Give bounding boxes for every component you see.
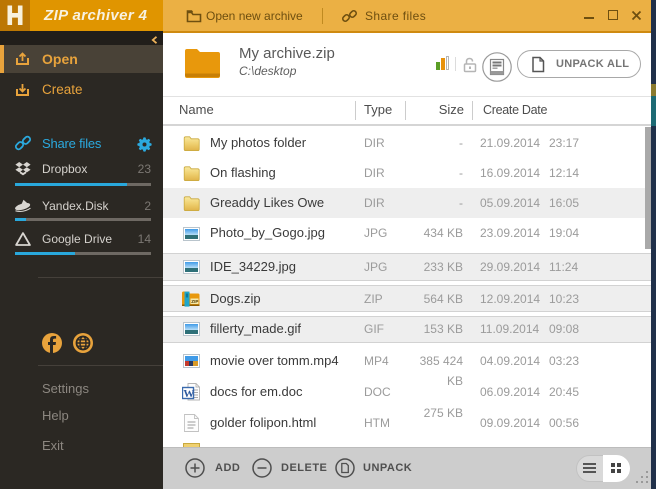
- svg-text:W: W: [183, 388, 194, 400]
- svg-text:ZIP: ZIP: [191, 299, 198, 304]
